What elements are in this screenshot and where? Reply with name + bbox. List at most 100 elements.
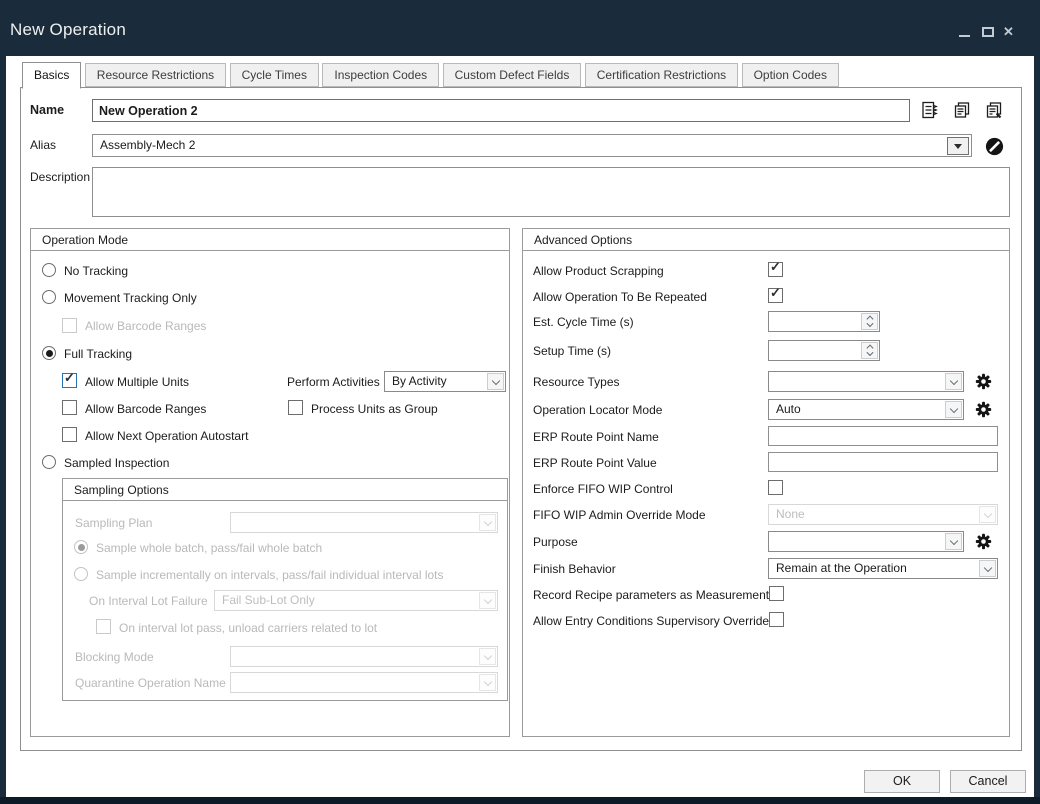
record-recipe-label: Record Recipe parameters as Measurements [533,588,775,603]
window-bottom-border [0,797,1040,804]
chevron-down-icon [866,320,873,327]
alias-combobox[interactable]: Assembly-Mech 2 [92,134,972,157]
maximize-button[interactable] [979,24,997,40]
perform-activities-dropdown-button[interactable] [487,373,504,390]
perform-activities-combobox[interactable]: By Activity [384,371,506,392]
chevron-down-icon [483,677,491,685]
resource-types-label: Resource Types [533,375,620,390]
minimize-button[interactable] [956,24,974,40]
purpose-label: Purpose [533,535,578,550]
sampling-plan-value [238,513,475,532]
erp-route-point-value-input[interactable] [768,452,998,472]
chevron-down-icon [483,595,491,603]
fifo-admin-override-label: FIFO WIP Admin Override Mode [533,508,706,523]
quarantine-operation-name-combobox [230,672,498,693]
chevron-down-icon [983,509,991,517]
resource-types-dropdown-button[interactable] [945,373,962,390]
chevron-down-icon [866,349,873,356]
operation-locator-mode-gear-icon[interactable] [975,401,992,418]
chevron-down-icon [483,517,491,525]
chevron-down-icon [491,376,499,384]
checkbox-process-units-as-group[interactable]: ✓ [288,400,303,415]
chevron-down-icon [483,651,491,659]
on-interval-lot-failure-combobox: Fail Sub-Lot Only [214,590,498,611]
description-textarea[interactable] [92,167,1010,217]
operation-locator-mode-combobox[interactable]: Auto [768,399,964,420]
purpose-value [776,532,941,551]
name-label: Name [30,103,64,118]
erp-route-point-name-input[interactable] [768,426,998,446]
radio-full-tracking[interactable] [42,346,56,360]
sampling-plan-dropdown-button [479,514,496,531]
checkbox-allow-next-operation-autostart[interactable]: ✓ [62,427,77,442]
name-copy-icon[interactable] [952,100,972,120]
checkbox-allow-multiple-units[interactable]: ✓ [62,373,77,388]
cancel-button[interactable]: Cancel [950,770,1026,793]
name-input[interactable] [92,99,910,122]
erp-route-point-name-label: ERP Route Point Name [533,430,659,445]
purpose-dropdown-button[interactable] [945,533,962,550]
tab-custom-defect-fields[interactable]: Custom Defect Fields [443,63,582,87]
checkbox-allow-product-scrapping[interactable]: ✓ [768,262,783,277]
checkbox-allow-multiple-units-label: Allow Multiple Units [85,375,189,390]
fifo-admin-override-value: None [776,505,975,524]
name-copy-edit-icon[interactable] [984,100,1004,120]
checkbox-record-recipe[interactable]: ✓ [769,586,784,601]
est-cycle-time-spinner[interactable] [768,311,880,332]
operation-locator-mode-value: Auto [776,400,941,419]
tab-inspection-codes[interactable]: Inspection Codes [322,63,439,87]
maximize-icon [982,27,994,37]
tab-option-codes[interactable]: Option Codes [742,63,839,87]
checkbox-unload-carriers: ✓ [96,619,111,634]
checkbox-allow-operation-repeated[interactable]: ✓ [768,288,783,303]
radio-movement-tracking-only[interactable] [42,290,56,304]
radio-sample-incrementally-label: Sample incrementally on intervals, pass/… [96,568,444,583]
radio-sampled-inspection-label: Sampled Inspection [64,456,169,471]
operation-locator-mode-dropdown-button[interactable] [945,401,962,418]
alias-dropdown-button[interactable] [947,137,969,155]
quarantine-operation-name-value [238,673,475,692]
radio-movement-tracking-only-label: Movement Tracking Only [64,291,197,306]
chevron-down-icon [949,376,957,384]
ok-button[interactable]: OK [864,770,940,793]
sampling-options-title: Sampling Options [74,483,169,497]
tab-strip: Basics Resource Restrictions Cycle Times… [22,62,838,89]
radio-sampled-inspection[interactable] [42,455,56,469]
checkbox-allow-entry-override[interactable]: ✓ [769,612,784,627]
purpose-gear-icon[interactable] [975,533,992,550]
resource-types-value [776,372,941,391]
tab-basics[interactable]: Basics [22,62,81,89]
chevron-down-icon [983,563,991,571]
finish-behavior-label: Finish Behavior [533,562,616,577]
alias-clear-icon[interactable] [985,137,1004,156]
allow-entry-override-label: Allow Entry Conditions Supervisory Overr… [533,614,769,629]
blocking-mode-label: Blocking Mode [75,650,154,665]
resource-types-combobox[interactable] [768,371,964,392]
finish-behavior-combobox[interactable]: Remain at the Operation [768,558,998,579]
purpose-combobox[interactable] [768,531,964,552]
checkbox-enforce-fifo[interactable]: ✓ [768,480,783,495]
radio-no-tracking[interactable] [42,263,56,277]
resource-types-gear-icon[interactable] [975,373,992,390]
blocking-mode-combobox [230,646,498,667]
finish-behavior-dropdown-button[interactable] [979,560,996,577]
est-cycle-time-spin-buttons[interactable] [861,313,878,330]
close-button[interactable]: ✕ [1001,24,1019,40]
tab-cycle-times[interactable]: Cycle Times [230,63,319,87]
blocking-mode-value [238,647,475,666]
close-icon: ✕ [1003,24,1014,40]
name-list-icon[interactable] [920,100,940,120]
chevron-down-icon [949,404,957,412]
setup-time-spin-buttons[interactable] [861,342,878,359]
quarantine-operation-name-dropdown-button [479,674,496,691]
est-cycle-time-label: Est. Cycle Time (s) [533,315,634,330]
checkbox-allow-next-operation-autostart-label: Allow Next Operation Autostart [85,429,248,444]
checkbox-allow-barcode-ranges[interactable]: ✓ [62,400,77,415]
checkbox-process-units-as-group-label: Process Units as Group [311,402,438,417]
perform-activities-label: Perform Activities [287,375,380,390]
radio-no-tracking-label: No Tracking [64,264,128,279]
tab-certification-restrictions[interactable]: Certification Restrictions [585,63,738,87]
tab-resource-restrictions[interactable]: Resource Restrictions [85,63,226,87]
setup-time-spinner[interactable] [768,340,880,361]
advanced-options-title: Advanced Options [534,233,632,247]
